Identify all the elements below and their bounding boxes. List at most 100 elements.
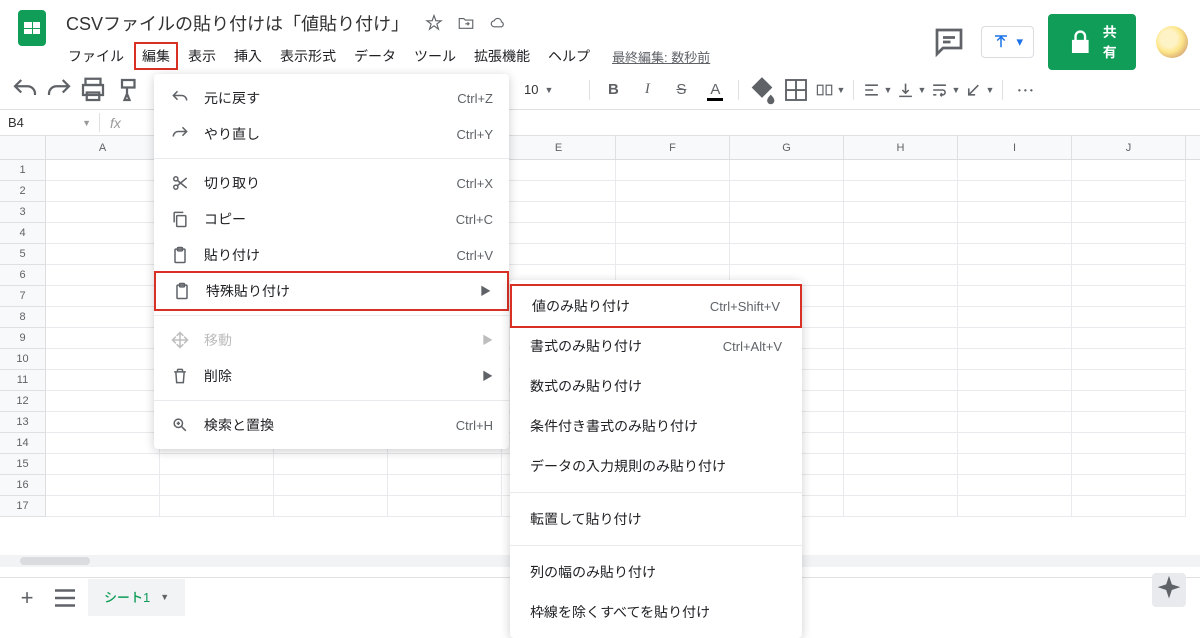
cell[interactable] xyxy=(844,391,958,412)
submenu-item-データの入力規則のみ貼り付け[interactable]: データの入力規則のみ貼り付け xyxy=(510,446,802,486)
cell[interactable] xyxy=(46,244,160,265)
menu-item-元に戻す[interactable]: 元に戻すCtrl+Z xyxy=(154,80,509,116)
cell[interactable] xyxy=(1072,328,1186,349)
merge-button[interactable]: ▼ xyxy=(815,75,845,105)
submenu-item-列の幅のみ貼り付け[interactable]: 列の幅のみ貼り付け xyxy=(510,552,802,592)
cell[interactable] xyxy=(844,475,958,496)
cell[interactable] xyxy=(160,454,274,475)
menu-item-切り取り[interactable]: 切り取りCtrl+X xyxy=(154,165,509,201)
cell[interactable] xyxy=(844,454,958,475)
submenu-item-値のみ貼り付け[interactable]: 値のみ貼り付けCtrl+Shift+V xyxy=(510,284,802,328)
cell[interactable] xyxy=(46,181,160,202)
cell[interactable] xyxy=(958,307,1072,328)
cell[interactable] xyxy=(844,433,958,454)
cell[interactable] xyxy=(958,244,1072,265)
submenu-item-転置して貼り付け[interactable]: 転置して貼り付け xyxy=(510,499,802,539)
cell[interactable] xyxy=(844,412,958,433)
cell[interactable] xyxy=(46,328,160,349)
cell[interactable] xyxy=(1072,265,1186,286)
cell[interactable] xyxy=(46,454,160,475)
paint-format-button[interactable] xyxy=(112,75,142,105)
menu-item-特殊貼り付け[interactable]: 特殊貼り付け▶ xyxy=(154,271,509,311)
add-sheet-button[interactable]: + xyxy=(12,583,42,613)
col-header[interactable]: G xyxy=(730,136,844,159)
cell[interactable] xyxy=(844,265,958,286)
row-header[interactable]: 15 xyxy=(0,454,46,475)
cell[interactable] xyxy=(958,286,1072,307)
menu-view[interactable]: 表示 xyxy=(180,42,224,70)
cell[interactable] xyxy=(616,202,730,223)
cell[interactable] xyxy=(274,496,388,517)
menu-tools[interactable]: ツール xyxy=(406,42,464,70)
cell[interactable] xyxy=(730,160,844,181)
cell[interactable] xyxy=(1072,307,1186,328)
cell[interactable] xyxy=(46,202,160,223)
cell[interactable] xyxy=(844,202,958,223)
cell[interactable] xyxy=(502,181,616,202)
row-header[interactable]: 3 xyxy=(0,202,46,223)
cell[interactable] xyxy=(958,433,1072,454)
sheet-tab[interactable]: シート1 ▼ xyxy=(88,579,185,616)
sheet-tab-arrow-icon[interactable]: ▼ xyxy=(160,592,169,602)
cell[interactable] xyxy=(1072,496,1186,517)
cell[interactable] xyxy=(616,160,730,181)
star-icon[interactable] xyxy=(425,14,443,32)
cell[interactable] xyxy=(730,202,844,223)
comments-icon[interactable] xyxy=(931,24,967,60)
menu-item-やり直し[interactable]: やり直しCtrl+Y xyxy=(154,116,509,152)
cell[interactable] xyxy=(958,181,1072,202)
redo-button[interactable] xyxy=(44,75,74,105)
cell[interactable] xyxy=(46,475,160,496)
text-color-button[interactable]: A xyxy=(700,75,730,105)
menu-edit[interactable]: 編集 xyxy=(134,42,178,70)
cell[interactable] xyxy=(46,496,160,517)
italic-button[interactable]: I xyxy=(632,75,662,105)
cell[interactable] xyxy=(958,391,1072,412)
row-header[interactable]: 17 xyxy=(0,496,46,517)
explore-button[interactable] xyxy=(1152,573,1186,607)
cell[interactable] xyxy=(1072,412,1186,433)
row-header[interactable]: 14 xyxy=(0,433,46,454)
cell[interactable] xyxy=(958,202,1072,223)
cell[interactable] xyxy=(844,223,958,244)
cell[interactable] xyxy=(274,475,388,496)
row-header[interactable]: 4 xyxy=(0,223,46,244)
cell[interactable] xyxy=(1072,286,1186,307)
col-header[interactable]: I xyxy=(958,136,1072,159)
undo-button[interactable] xyxy=(10,75,40,105)
cell[interactable] xyxy=(730,244,844,265)
cell[interactable] xyxy=(844,160,958,181)
rotate-button[interactable]: ▼ xyxy=(964,75,994,105)
submenu-item-枠線を除くすべてを貼り付け[interactable]: 枠線を除くすべてを貼り付け xyxy=(510,592,802,632)
row-header[interactable]: 13 xyxy=(0,412,46,433)
cell[interactable] xyxy=(958,370,1072,391)
name-box[interactable]: B4 ▼ xyxy=(0,113,100,132)
cell[interactable] xyxy=(388,496,502,517)
cell[interactable] xyxy=(46,349,160,370)
cell[interactable] xyxy=(1072,181,1186,202)
cell[interactable] xyxy=(46,160,160,181)
cell[interactable] xyxy=(46,412,160,433)
cell[interactable] xyxy=(502,160,616,181)
col-header[interactable]: F xyxy=(616,136,730,159)
move-folder-icon[interactable] xyxy=(457,14,475,32)
menu-item-コピー[interactable]: コピーCtrl+C xyxy=(154,201,509,237)
cell[interactable] xyxy=(958,160,1072,181)
menu-file[interactable]: ファイル xyxy=(60,42,132,70)
cell[interactable] xyxy=(1072,349,1186,370)
row-header[interactable]: 10 xyxy=(0,349,46,370)
present-button[interactable]: ▾ xyxy=(981,26,1034,58)
menu-item-検索と置換[interactable]: 検索と置換Ctrl+H xyxy=(154,407,509,443)
cell[interactable] xyxy=(844,181,958,202)
menu-item-貼り付け[interactable]: 貼り付けCtrl+V xyxy=(154,237,509,273)
cell[interactable] xyxy=(1072,244,1186,265)
cell[interactable] xyxy=(958,328,1072,349)
cell[interactable] xyxy=(616,181,730,202)
cell[interactable] xyxy=(958,223,1072,244)
cell[interactable] xyxy=(1072,160,1186,181)
cell[interactable] xyxy=(958,496,1072,517)
cell[interactable] xyxy=(46,433,160,454)
cell[interactable] xyxy=(1072,475,1186,496)
cell[interactable] xyxy=(844,328,958,349)
row-header[interactable]: 12 xyxy=(0,391,46,412)
